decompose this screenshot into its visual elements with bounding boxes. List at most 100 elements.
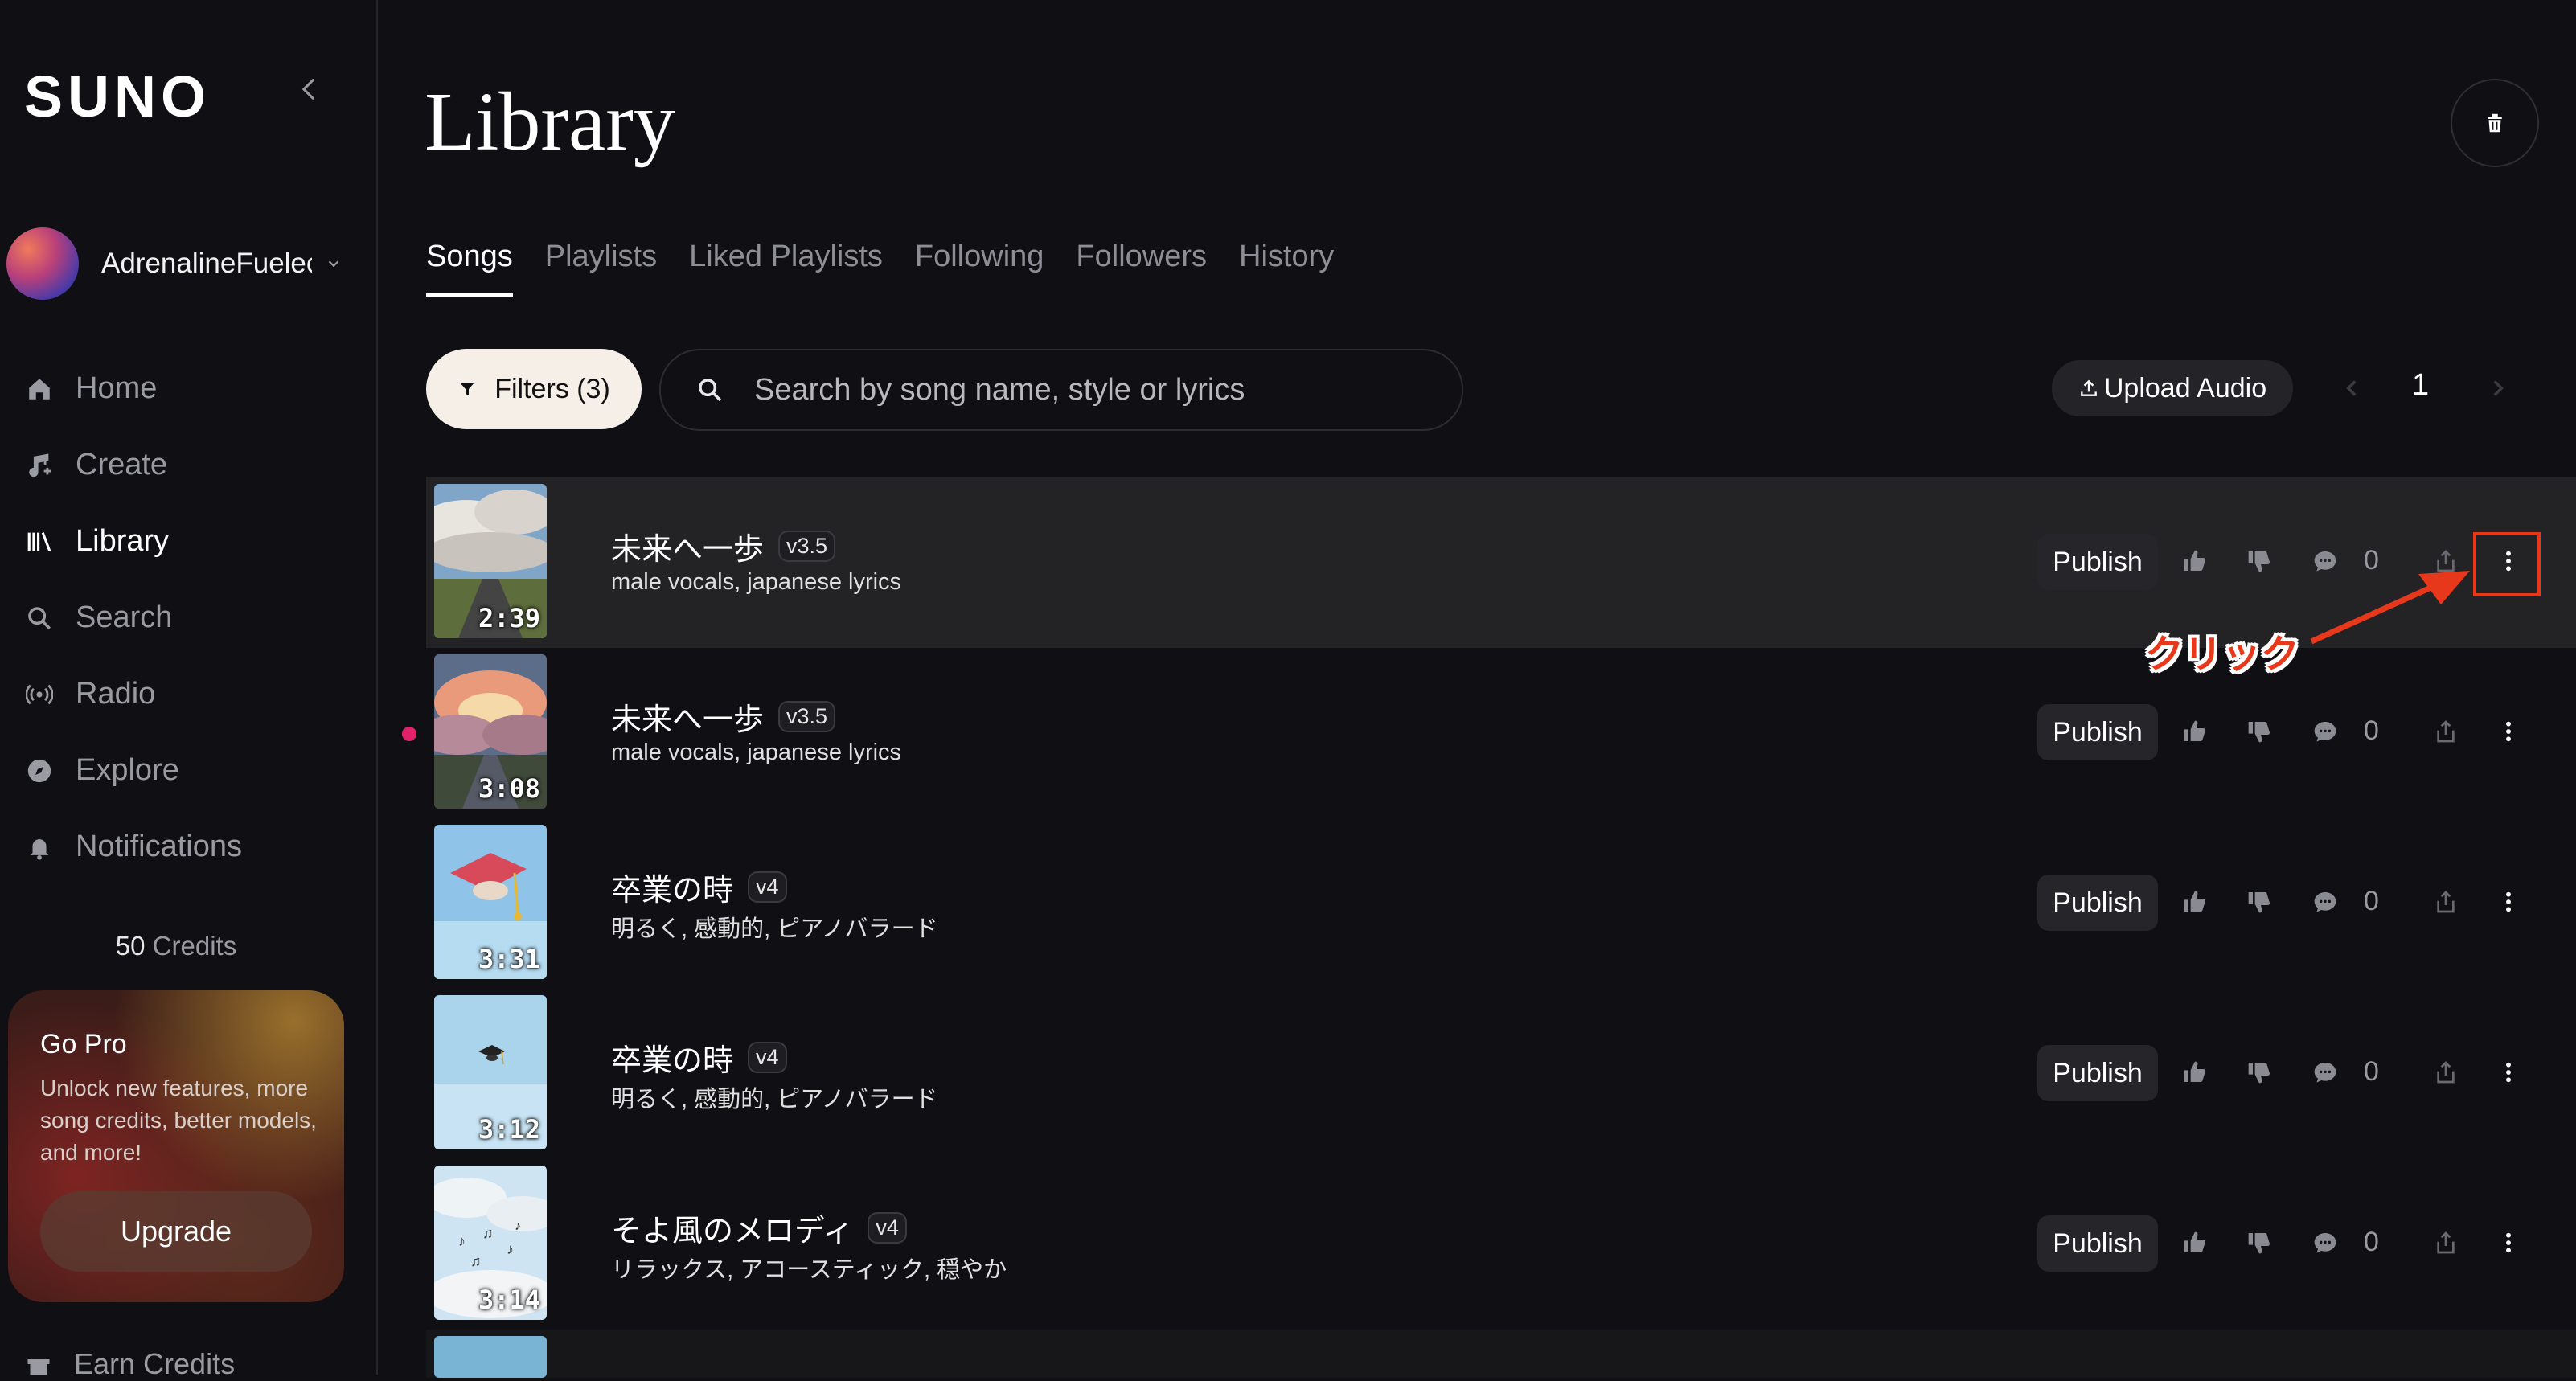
song-style: 明るく, 感動的, ピアノバラード (611, 1087, 938, 1113)
nav-item-notifications[interactable]: Notifications (24, 809, 362, 885)
thumbs-up-icon[interactable] (2182, 548, 2208, 574)
go-pro-title: Go Pro (40, 1029, 127, 1059)
tab-history[interactable]: History (1239, 240, 1334, 297)
library-icon (24, 527, 55, 557)
publish-button[interactable]: Publish (2037, 704, 2158, 760)
tab-playlists[interactable]: Playlists (545, 240, 657, 297)
share-icon[interactable] (2433, 1230, 2459, 1256)
nav-label-library: Library (76, 524, 170, 558)
earn-credits-label: Earn Credits (74, 1347, 236, 1380)
song-thumbnail[interactable]: ♪ ♫ ♪ ♫ ♪ 3:14 (434, 1166, 547, 1320)
song-thumbnail[interactable]: 2:39 (434, 484, 547, 638)
share-icon[interactable] (2433, 1059, 2459, 1085)
nav-item-explore[interactable]: Explore (24, 732, 362, 809)
nav-label-create: Create (76, 448, 168, 482)
earn-credits-link[interactable]: Earn Credits (24, 1347, 235, 1381)
nav-item-search[interactable]: Search (24, 580, 362, 656)
thumbs-down-icon[interactable] (2246, 1230, 2272, 1256)
publish-button[interactable]: Publish (2037, 875, 2158, 931)
song-thumbnail[interactable] (434, 1336, 547, 1378)
svg-text:♫: ♫ (470, 1253, 482, 1269)
song-title[interactable]: 卒業の時 (611, 1035, 733, 1080)
chevron-down-icon (328, 260, 339, 268)
song-thumbnail[interactable]: 3:12 (434, 995, 547, 1149)
song-row[interactable]: 3:31 卒業の時 v4 明るく, 感動的, ピアノバラード Publish 0 (426, 818, 2576, 989)
more-options-icon[interactable] (2496, 1059, 2521, 1085)
comment-icon[interactable] (2312, 1059, 2338, 1085)
previous-page-icon[interactable] (2338, 375, 2365, 402)
filters-label: Filters (3) (494, 373, 610, 404)
share-icon[interactable] (2433, 719, 2459, 744)
thumbs-down-icon[interactable] (2246, 889, 2272, 915)
song-title[interactable]: 卒業の時 (611, 865, 733, 909)
publish-button[interactable]: Publish (2037, 1215, 2158, 1272)
thumbs-up-icon[interactable] (2182, 1059, 2208, 1085)
song-thumbnail[interactable]: 3:08 (434, 654, 547, 809)
nav-item-radio[interactable]: Radio (24, 656, 362, 732)
comment-icon[interactable] (2312, 889, 2338, 915)
song-thumbnail[interactable]: 3:31 (434, 825, 547, 979)
song-duration: 3:14 (478, 1285, 540, 1315)
song-title-wrap: 卒業の時 v4 (611, 1035, 787, 1080)
upload-audio-label: Upload Audio (2103, 372, 2267, 404)
thumbs-up-icon[interactable] (2182, 719, 2208, 744)
nav-item-library[interactable]: Library (24, 503, 362, 580)
home-icon (24, 374, 55, 404)
song-duration: 3:12 (478, 1114, 540, 1145)
filters-button[interactable]: Filters (3) (426, 349, 642, 429)
go-pro-card: Go Pro Unlock new features, more song cr… (8, 990, 344, 1302)
main-nav: Home Create Library Search Radio Explore… (24, 350, 362, 885)
more-options-icon[interactable] (2496, 719, 2521, 744)
thumbs-down-icon[interactable] (2246, 1059, 2272, 1085)
suno-logo[interactable]: SUNO (24, 64, 211, 130)
tab-liked-playlists[interactable]: Liked Playlists (689, 240, 883, 297)
annotation-arrow-icon (2310, 571, 2470, 645)
credits-amount: 50 (115, 931, 146, 961)
user-menu[interactable]: AdrenalineFuelec (6, 227, 360, 301)
comment-icon[interactable] (2312, 1230, 2338, 1256)
thumbs-up-icon[interactable] (2182, 889, 2208, 915)
upgrade-button[interactable]: Upgrade (40, 1191, 312, 1272)
song-row[interactable]: 3:12 卒業の時 v4 明るく, 感動的, ピアノバラード Publish 0 (426, 989, 2576, 1159)
upload-audio-button[interactable]: Upload Audio (2052, 360, 2293, 416)
more-options-icon[interactable] (2496, 1230, 2521, 1256)
nav-label-notifications: Notifications (76, 830, 242, 863)
tab-following[interactable]: Following (915, 240, 1044, 297)
song-title[interactable]: 未来へ一歩 (611, 524, 764, 568)
credits-count: 50 Credits (0, 931, 352, 961)
song-title-wrap: 卒業の時 v4 (611, 865, 787, 909)
search-input[interactable] (753, 371, 1399, 408)
publish-button[interactable]: Publish (2037, 1045, 2158, 1101)
share-icon[interactable] (2433, 889, 2459, 915)
more-options-icon[interactable] (2496, 889, 2521, 915)
trash-button[interactable] (2451, 79, 2539, 167)
thumbs-down-icon[interactable] (2246, 548, 2272, 574)
song-style: リラックス, アコースティック, 穏やか (611, 1257, 1007, 1283)
collapse-sidebar-icon[interactable] (296, 76, 323, 103)
comment-icon[interactable] (2312, 719, 2338, 744)
thumbs-up-icon[interactable] (2182, 1230, 2208, 1256)
sidebar: SUNO AdrenalineFuelec Home Create Librar (0, 0, 378, 1380)
username: AdrenalineFuelec (101, 248, 312, 279)
song-title[interactable]: そよ風のメロディ (611, 1206, 853, 1250)
tab-songs[interactable]: Songs (426, 240, 513, 297)
search-icon (699, 379, 722, 402)
song-row[interactable] (426, 1330, 2576, 1378)
song-row[interactable]: ♪ ♫ ♪ ♫ ♪ 3:14 そよ風のメロディ v4 リラックス, アコースティック… (426, 1159, 2576, 1330)
next-page-icon[interactable] (2484, 375, 2512, 402)
trash-icon (2488, 113, 2502, 133)
svg-text:♪: ♪ (458, 1233, 466, 1249)
compass-icon (24, 756, 55, 786)
filter-icon (460, 383, 475, 395)
page-title: Library (425, 76, 675, 168)
song-duration: 3:08 (478, 773, 540, 804)
nav-item-create[interactable]: Create (24, 427, 362, 503)
nav-item-home[interactable]: Home (24, 350, 362, 427)
tab-followers[interactable]: Followers (1076, 240, 1207, 297)
thumbs-down-icon[interactable] (2246, 719, 2272, 744)
publish-button[interactable]: Publish (2037, 534, 2158, 590)
song-title-wrap: 未来へ一歩 v3.5 (611, 695, 836, 739)
annotation-label: クリック (2145, 633, 2300, 676)
song-title[interactable]: 未来へ一歩 (611, 695, 764, 739)
version-badge: v4 (748, 871, 787, 903)
